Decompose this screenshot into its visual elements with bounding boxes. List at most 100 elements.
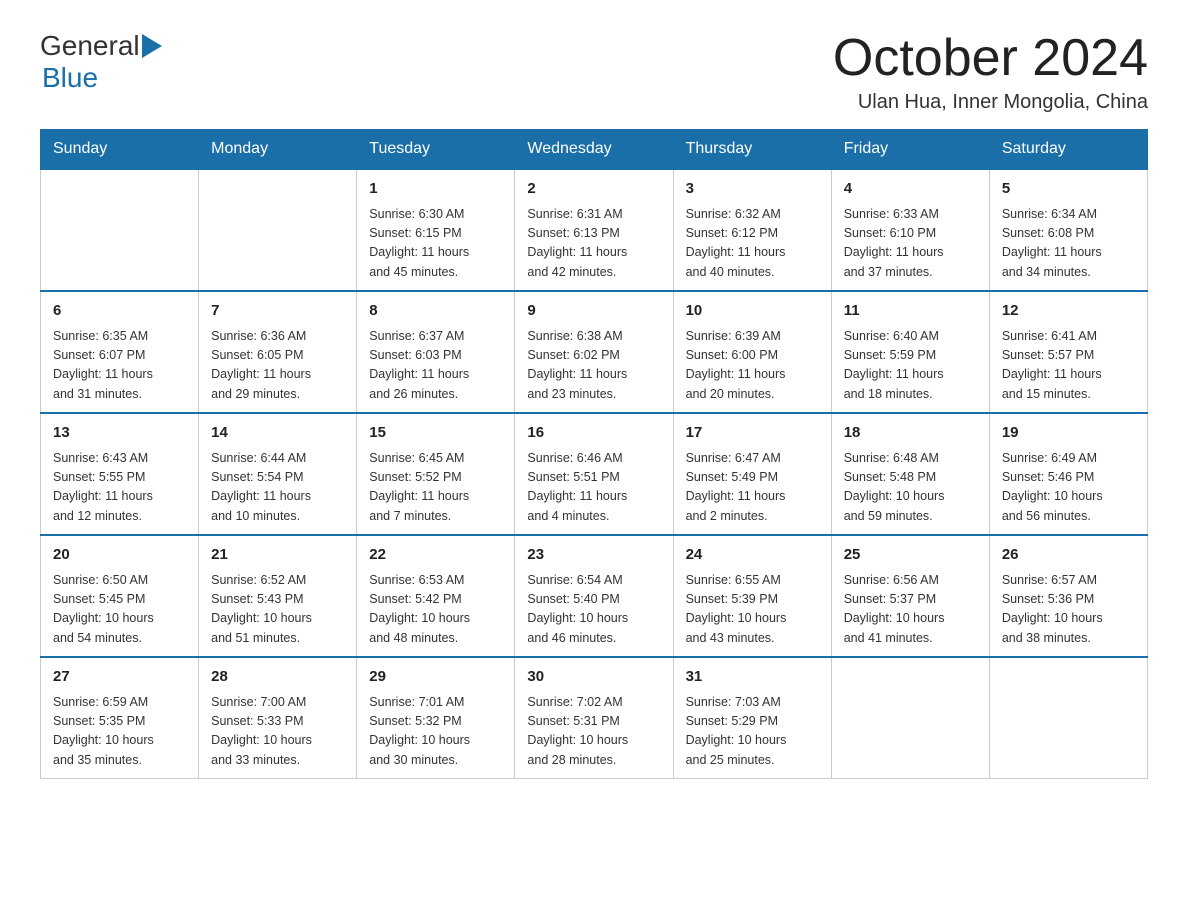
day-info: Sunrise: 6:54 AM Sunset: 5:40 PM Dayligh… — [527, 571, 660, 649]
day-of-week-header: Monday — [199, 130, 357, 170]
calendar-week-row: 20 Sunrise: 6:50 AM Sunset: 5:45 PM Dayli… — [41, 535, 1148, 657]
location-title: Ulan Hua, Inner Mongolia, China — [833, 91, 1148, 114]
day-number: 30 — [527, 666, 660, 689]
day-number: 17 — [686, 422, 819, 445]
calendar-cell: 22Sunrise: 6:53 AM Sunset: 5:42 PM Dayli… — [357, 535, 515, 657]
day-of-week-header: Wednesday — [515, 130, 673, 170]
day-number: 16 — [527, 422, 660, 445]
calendar-week-row: 1 Sunrise: 6:30 AM Sunset: 6:15 PM Daylig… — [41, 169, 1148, 291]
day-of-week-header: Tuesday — [357, 130, 515, 170]
day-info: Sunrise: 6:31 AM Sunset: 6:13 PM Dayligh… — [527, 205, 660, 283]
day-number: 27 — [53, 666, 186, 689]
day-number: 20 — [53, 544, 186, 567]
day-info: Sunrise: 7:02 AM Sunset: 5:31 PM Dayligh… — [527, 693, 660, 771]
calendar-cell: 11 Sunrise: 6:40 AM Sunset: 5:59 PM Dayli… — [831, 291, 989, 413]
day-number: 14 — [211, 422, 344, 445]
day-info: Sunrise: 6:33 AM Sunset: 6:10 PM Dayligh… — [844, 205, 977, 283]
day-of-week-header: Sunday — [41, 130, 199, 170]
day-number: 4 — [844, 178, 977, 201]
calendar-cell — [831, 657, 989, 779]
day-info: Sunrise: 6:43 AM Sunset: 5:55 PM Dayligh… — [53, 449, 186, 527]
day-number: 24 — [686, 544, 819, 567]
day-info: Sunrise: 6:32 AM Sunset: 6:12 PM Dayligh… — [686, 205, 819, 283]
calendar-cell: 24 Sunrise: 6:55 AM Sunset: 5:39 PM Dayli… — [673, 535, 831, 657]
logo-blue-text: Blue — [42, 62, 98, 94]
day-info: Sunrise: 6:45 AM Sunset: 5:52 PM Dayligh… — [369, 449, 502, 527]
day-info: Sunrise: 6:50 AM Sunset: 5:45 PM Dayligh… — [53, 571, 186, 649]
day-number: 11 — [844, 300, 977, 323]
day-number: 18 — [844, 422, 977, 445]
calendar-cell — [199, 169, 357, 291]
day-info: Sunrise: 7:03 AM Sunset: 5:29 PM Dayligh… — [686, 693, 819, 771]
day-number: 22 — [369, 544, 502, 567]
day-info: Sunrise: 6:49 AM Sunset: 5:46 PM Dayligh… — [1002, 449, 1135, 527]
calendar-cell: 10Sunrise: 6:39 AM Sunset: 6:00 PM Dayli… — [673, 291, 831, 413]
day-number: 28 — [211, 666, 344, 689]
day-info: Sunrise: 6:30 AM Sunset: 6:15 PM Dayligh… — [369, 205, 502, 283]
calendar-cell: 7Sunrise: 6:36 AM Sunset: 6:05 PM Daylig… — [199, 291, 357, 413]
day-info: Sunrise: 6:59 AM Sunset: 5:35 PM Dayligh… — [53, 693, 186, 771]
calendar-cell: 3 Sunrise: 6:32 AM Sunset: 6:12 PM Daylig… — [673, 169, 831, 291]
day-info: Sunrise: 6:41 AM Sunset: 5:57 PM Dayligh… — [1002, 327, 1135, 405]
calendar-cell: 8 Sunrise: 6:37 AM Sunset: 6:03 PM Daylig… — [357, 291, 515, 413]
day-number: 25 — [844, 544, 977, 567]
day-number: 23 — [527, 544, 660, 567]
day-number: 31 — [686, 666, 819, 689]
day-number: 29 — [369, 666, 502, 689]
day-number: 2 — [527, 178, 660, 201]
day-info: Sunrise: 7:01 AM Sunset: 5:32 PM Dayligh… — [369, 693, 502, 771]
calendar-cell: 20 Sunrise: 6:50 AM Sunset: 5:45 PM Dayli… — [41, 535, 199, 657]
calendar-cell: 6Sunrise: 6:35 AM Sunset: 6:07 PM Daylig… — [41, 291, 199, 413]
day-number: 5 — [1002, 178, 1135, 201]
calendar-week-row: 6Sunrise: 6:35 AM Sunset: 6:07 PM Daylig… — [41, 291, 1148, 413]
day-info: Sunrise: 6:39 AM Sunset: 6:00 PM Dayligh… — [686, 327, 819, 405]
day-info: Sunrise: 6:35 AM Sunset: 6:07 PM Dayligh… — [53, 327, 186, 405]
calendar-cell: 2 Sunrise: 6:31 AM Sunset: 6:13 PM Daylig… — [515, 169, 673, 291]
calendar-cell: 16Sunrise: 6:46 AM Sunset: 5:51 PM Dayli… — [515, 413, 673, 535]
month-title: October 2024 — [833, 30, 1148, 87]
calendar-week-row: 13 Sunrise: 6:43 AM Sunset: 5:55 PM Dayli… — [41, 413, 1148, 535]
calendar-cell: 26Sunrise: 6:57 AM Sunset: 5:36 PM Dayli… — [989, 535, 1147, 657]
calendar-table: SundayMondayTuesdayWednesdayThursdayFrid… — [40, 129, 1148, 779]
calendar-cell: 15Sunrise: 6:45 AM Sunset: 5:52 PM Dayli… — [357, 413, 515, 535]
day-number: 1 — [369, 178, 502, 201]
page-header: General Blue October 2024 Ulan Hua, Inne… — [40, 30, 1148, 114]
day-info: Sunrise: 6:34 AM Sunset: 6:08 PM Dayligh… — [1002, 205, 1135, 283]
day-number: 3 — [686, 178, 819, 201]
calendar-cell: 1 Sunrise: 6:30 AM Sunset: 6:15 PM Daylig… — [357, 169, 515, 291]
day-number: 21 — [211, 544, 344, 567]
calendar-cell: 17 Sunrise: 6:47 AM Sunset: 5:49 PM Dayli… — [673, 413, 831, 535]
day-number: 26 — [1002, 544, 1135, 567]
calendar-cell: 18Sunrise: 6:48 AM Sunset: 5:48 PM Dayli… — [831, 413, 989, 535]
day-number: 8 — [369, 300, 502, 323]
calendar-cell: 12 Sunrise: 6:41 AM Sunset: 5:57 PM Dayli… — [989, 291, 1147, 413]
day-of-week-header: Thursday — [673, 130, 831, 170]
calendar-cell: 4 Sunrise: 6:33 AM Sunset: 6:10 PM Daylig… — [831, 169, 989, 291]
day-of-week-header: Friday — [831, 130, 989, 170]
calendar-cell — [41, 169, 199, 291]
day-info: Sunrise: 6:47 AM Sunset: 5:49 PM Dayligh… — [686, 449, 819, 527]
day-info: Sunrise: 6:37 AM Sunset: 6:03 PM Dayligh… — [369, 327, 502, 405]
calendar-cell: 25 Sunrise: 6:56 AM Sunset: 5:37 PM Dayli… — [831, 535, 989, 657]
calendar-cell: 9Sunrise: 6:38 AM Sunset: 6:02 PM Daylig… — [515, 291, 673, 413]
calendar-cell: 23 Sunrise: 6:54 AM Sunset: 5:40 PM Dayli… — [515, 535, 673, 657]
day-number: 13 — [53, 422, 186, 445]
calendar-cell: 31 Sunrise: 7:03 AM Sunset: 5:29 PM Dayli… — [673, 657, 831, 779]
day-number: 9 — [527, 300, 660, 323]
calendar-cell: 13 Sunrise: 6:43 AM Sunset: 5:55 PM Dayli… — [41, 413, 199, 535]
calendar-cell — [989, 657, 1147, 779]
day-number: 12 — [1002, 300, 1135, 323]
day-info: Sunrise: 6:55 AM Sunset: 5:39 PM Dayligh… — [686, 571, 819, 649]
calendar-cell: 19Sunrise: 6:49 AM Sunset: 5:46 PM Dayli… — [989, 413, 1147, 535]
calendar-header-row: SundayMondayTuesdayWednesdayThursdayFrid… — [41, 130, 1148, 170]
calendar-cell: 5 Sunrise: 6:34 AM Sunset: 6:08 PM Daylig… — [989, 169, 1147, 291]
day-number: 7 — [211, 300, 344, 323]
calendar-cell: 21Sunrise: 6:52 AM Sunset: 5:43 PM Dayli… — [199, 535, 357, 657]
day-info: Sunrise: 6:40 AM Sunset: 5:59 PM Dayligh… — [844, 327, 977, 405]
calendar-cell: 30 Sunrise: 7:02 AM Sunset: 5:31 PM Dayli… — [515, 657, 673, 779]
day-info: Sunrise: 6:56 AM Sunset: 5:37 PM Dayligh… — [844, 571, 977, 649]
day-info: Sunrise: 7:00 AM Sunset: 5:33 PM Dayligh… — [211, 693, 344, 771]
calendar-week-row: 27 Sunrise: 6:59 AM Sunset: 5:35 PM Dayli… — [41, 657, 1148, 779]
calendar-cell: 28 Sunrise: 7:00 AM Sunset: 5:33 PM Dayli… — [199, 657, 357, 779]
logo-general-text: General — [40, 30, 140, 62]
